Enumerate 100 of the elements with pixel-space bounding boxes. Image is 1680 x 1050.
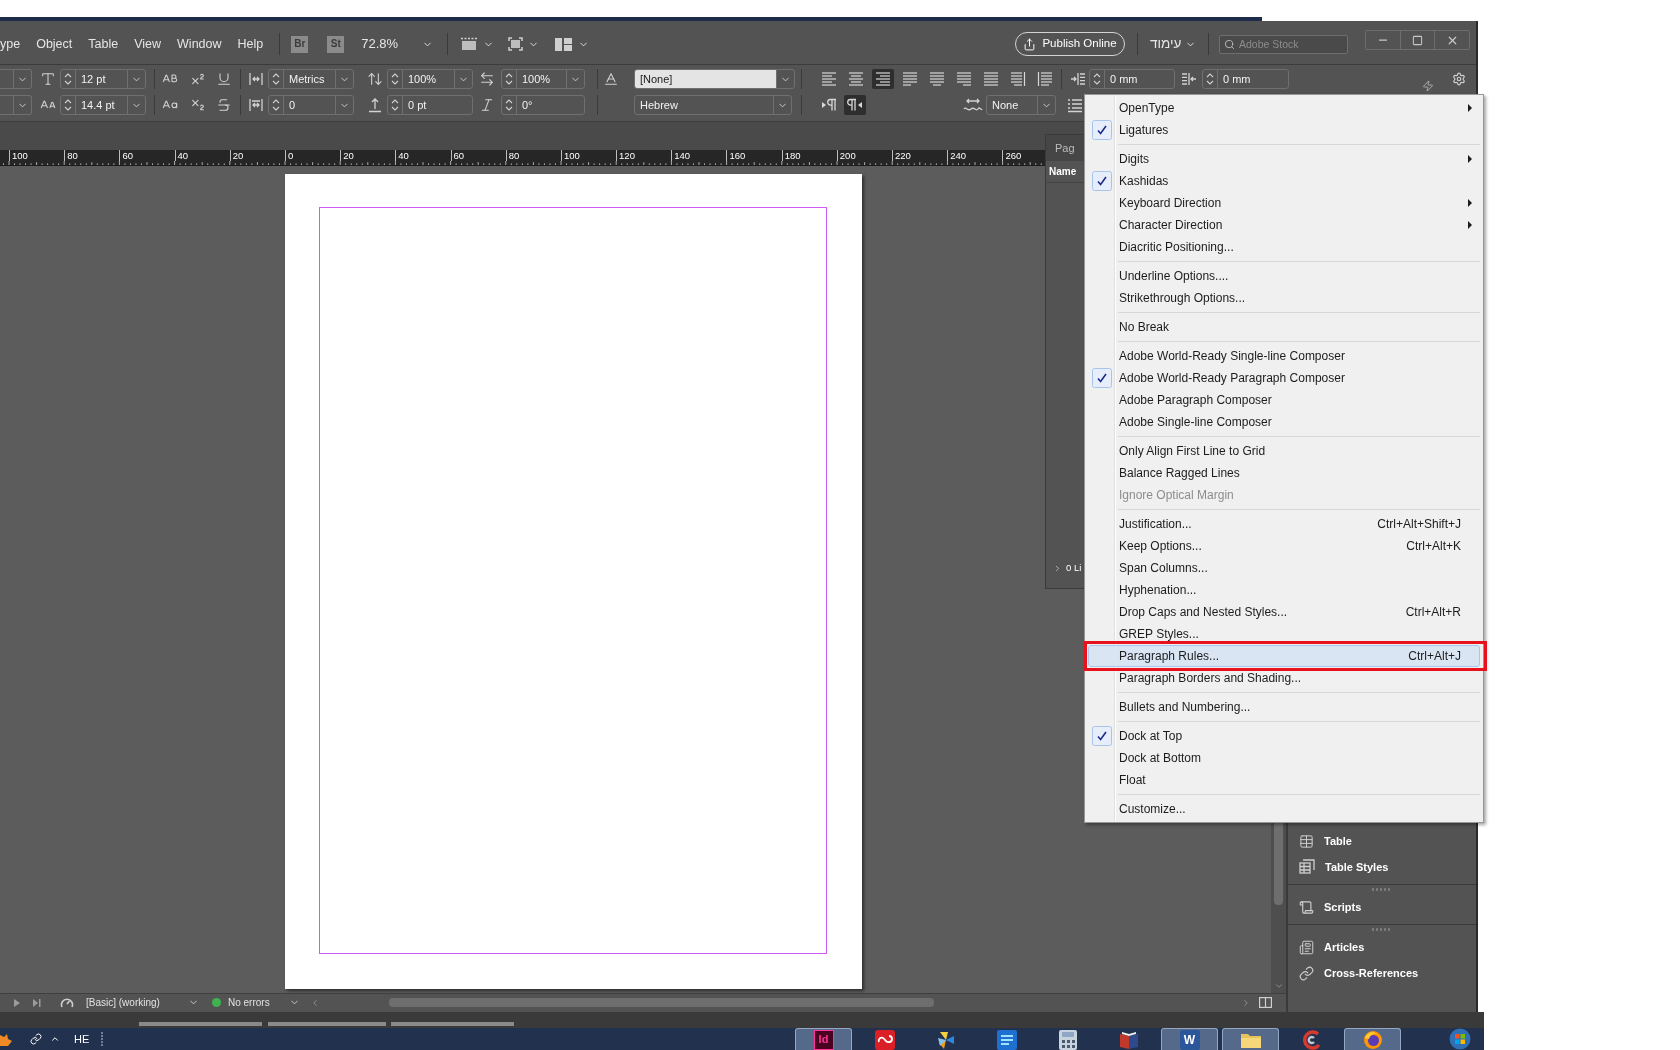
kerning-field[interactable]: Metrics	[268, 69, 354, 89]
spinner-arrows-icon	[272, 98, 280, 112]
menu-item[interactable]: Justification... Ctrl+Alt+Shift+J	[1088, 513, 1480, 535]
menu-item[interactable]: Digits	[1088, 148, 1480, 170]
taskbar-button[interactable]: Id	[795, 1028, 852, 1050]
align-center-icon	[848, 72, 864, 86]
panel-tab[interactable]: Table Styles	[1288, 854, 1476, 880]
justify-right-icon	[956, 72, 972, 86]
tracking-field[interactable]: 0	[268, 95, 354, 115]
panel-tab[interactable]: Articles	[1288, 934, 1476, 960]
dropdown-field[interactable]	[0, 95, 32, 115]
menu-item[interactable]: Keep Options... Ctrl+Alt+K	[1088, 535, 1480, 557]
menu-item[interactable]: Adobe Single-line Composer	[1088, 411, 1480, 433]
swirl-icon	[1301, 1029, 1322, 1050]
menu-item[interactable]: Dock at Bottom	[1088, 747, 1480, 769]
menu-item[interactable]: Adobe World-Ready Paragraph Composer	[1088, 367, 1480, 389]
menu-item[interactable]: Adobe Paragraph Composer	[1088, 389, 1480, 411]
menu-item[interactable]: Underline Options....	[1088, 265, 1480, 287]
book-icon	[1118, 1029, 1139, 1050]
scrollbar-thumb[interactable]	[389, 998, 934, 1007]
ruler-label: 180	[784, 150, 801, 161]
menu-item[interactable]: GREP Styles...	[1088, 623, 1480, 645]
menu-item[interactable]: Float	[1088, 769, 1480, 791]
ruler-label: 200	[839, 150, 856, 161]
split-view-icon	[1259, 997, 1272, 1008]
grip-icon	[1372, 928, 1392, 931]
menu-item[interactable]: Diacritic Positioning...	[1088, 236, 1480, 258]
shortcut-text: Ctrl+Alt+J	[1408, 648, 1461, 665]
search-field[interactable]: Adobe Stock	[1219, 34, 1348, 54]
ruler-label: 140	[674, 150, 691, 161]
right-indent-icon	[1181, 71, 1197, 87]
squeeze-arrows-icon	[248, 71, 264, 87]
panel-tab[interactable]: Scripts	[1288, 894, 1476, 920]
preflight-profile-dropdown[interactable]: [Basic] (working)	[86, 995, 199, 1010]
menu-item[interactable]: Bullets and Numbering...	[1088, 696, 1480, 718]
menu-item[interactable]: Hyphenation...	[1088, 579, 1480, 601]
taskbar-button[interactable]: W	[1161, 1028, 1218, 1050]
menu-bar-item[interactable]: Object	[36, 36, 73, 52]
font-size-field[interactable]: 12 pt	[60, 69, 146, 89]
screen-mode-button[interactable]	[460, 37, 495, 51]
newspaper-icon	[1299, 939, 1314, 955]
horizontal-scale-field[interactable]: 100%	[501, 69, 585, 89]
menu-item[interactable]: Ligatures	[1088, 119, 1480, 141]
spinner-arrows-icon	[391, 98, 399, 112]
footer-text: 0 Li	[1066, 560, 1082, 575]
menu-bar-item[interactable]: ype	[0, 36, 21, 52]
language-indicator[interactable]: HE	[74, 1030, 90, 1048]
menu-item[interactable]: Strikethrough Options...	[1088, 287, 1480, 309]
menu-item[interactable]: Customize...	[1088, 798, 1480, 820]
strikethrough-icon	[216, 97, 232, 113]
spinner-arrows-icon	[1093, 72, 1101, 86]
dashed-frame-icon	[460, 37, 479, 51]
menu-item[interactable]: OpenType	[1088, 97, 1480, 119]
leading-field[interactable]: 14.4 pt	[60, 95, 146, 115]
right-indent-field[interactable]: 0 mm	[1202, 69, 1289, 89]
alignment-button[interactable]	[872, 69, 894, 89]
menu-bar-item[interactable]: View	[134, 36, 162, 52]
justification-dropdown[interactable]: None	[986, 95, 1056, 115]
shortcut-text: Ctrl+Alt+Shift+J	[1377, 516, 1461, 533]
left-indent-icon	[1070, 71, 1086, 87]
menu-item[interactable]: Character Direction	[1088, 214, 1480, 236]
ruler-label: 120	[619, 150, 635, 161]
menu-item[interactable]: Drop Caps and Nested Styles... Ctrl+Alt+R	[1088, 601, 1480, 623]
ruler-label: 80	[67, 150, 78, 161]
menu-bar-item[interactable]: Table	[88, 36, 119, 52]
menu-item[interactable]: Paragraph Rules... Ctrl+Alt+J	[1088, 645, 1480, 667]
wave-arrows-icon	[963, 97, 983, 113]
ruler-label: 0	[287, 150, 294, 161]
menu-item[interactable]: Balance Ragged Lines	[1088, 462, 1480, 484]
baseline-shift-field[interactable]: 0 pt	[387, 95, 473, 115]
menu-item[interactable]: Only Align First Line to Grid	[1088, 440, 1480, 462]
zoom-dropdown[interactable]: 72.8%	[361, 34, 434, 54]
menu-item[interactable]: Paragraph Borders and Shading...	[1088, 667, 1480, 689]
panel-tab[interactable]: Pag	[1055, 139, 1075, 157]
menu-item[interactable]: Span Columns...	[1088, 557, 1480, 579]
preflight-status-dropdown[interactable]: No errors	[212, 995, 300, 1010]
paragraph-direction-button[interactable]	[844, 95, 866, 115]
ruler-label: 60	[122, 150, 133, 161]
menu-bar-item[interactable]: Window	[177, 36, 222, 52]
spinner-arrows-icon	[505, 98, 513, 112]
dropdown-field[interactable]	[0, 69, 32, 89]
italic-icon	[479, 97, 495, 113]
menu-item[interactable]: Keyboard Direction	[1088, 192, 1480, 214]
lightning-icon	[1422, 80, 1434, 92]
view-options-button[interactable]	[508, 37, 540, 51]
left-indent-field[interactable]: 0 mm	[1089, 69, 1175, 89]
arrange-documents-button[interactable]	[555, 37, 590, 51]
skew-field[interactable]: 0°	[501, 95, 585, 115]
language-dropdown[interactable]: Hebrew	[634, 95, 792, 115]
menu-bar-item[interactable]: Help	[237, 36, 264, 52]
panel-tab[interactable]: Table	[1288, 828, 1476, 854]
menu-item[interactable]: Adobe World-Ready Single-line Composer	[1088, 345, 1480, 367]
menu-item[interactable]: No Break	[1088, 316, 1480, 338]
menu-item[interactable]: Kashidas	[1088, 170, 1480, 192]
vertical-scale-field[interactable]: 100%	[387, 69, 473, 89]
workspace-switcher[interactable]: עימוד	[1150, 33, 1196, 55]
menu-item[interactable]: Dock at Top	[1088, 725, 1480, 747]
paragraph-rtl-icon	[847, 98, 863, 112]
character-style-dropdown[interactable]: [None]	[634, 69, 795, 89]
panel-tab[interactable]: Cross-References	[1288, 960, 1476, 986]
